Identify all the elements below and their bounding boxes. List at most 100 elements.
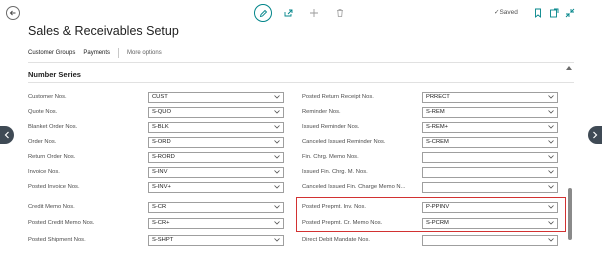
field-label: Posted Credit Memo Nos. xyxy=(28,220,98,226)
field-value: S-CREM xyxy=(426,139,449,145)
caret-up-icon xyxy=(566,66,572,70)
field-input[interactable] xyxy=(422,151,558,163)
trash-icon xyxy=(337,9,343,17)
open-new-window-button[interactable] xyxy=(546,5,562,21)
field-row: Credit Memo Nos. S-CR xyxy=(28,201,284,213)
field-input[interactable]: S-REM+ xyxy=(422,121,558,133)
field-input[interactable]: S-CR xyxy=(148,201,284,213)
field-value: S-REM+ xyxy=(426,124,449,130)
field-value: CUST xyxy=(152,94,168,100)
field-input[interactable]: S-CR+ xyxy=(148,217,284,229)
edit-button[interactable] xyxy=(254,4,272,22)
field-label: Direct Debit Mandate Nos. xyxy=(302,237,373,243)
field-value: S-CR xyxy=(152,204,167,210)
field-label: Canceled Issued Reminder Nos. xyxy=(302,139,389,145)
chevron-down-icon[interactable] xyxy=(548,237,554,243)
field-row: Return Order Nos. S-RORD xyxy=(28,151,284,163)
field-input[interactable]: S-SHPT xyxy=(148,234,284,246)
field-label: Customer Nos. xyxy=(28,94,70,100)
customer-groups-action[interactable]: Customer Groups xyxy=(28,50,75,56)
bookmark-icon xyxy=(535,8,541,18)
chevron-down-icon[interactable] xyxy=(548,94,554,100)
field-row: Canceled Issued Reminder Nos. S-CREM xyxy=(302,136,558,148)
chevron-down-icon[interactable] xyxy=(548,169,554,175)
chevron-down-icon[interactable] xyxy=(274,124,280,130)
field-row: Issued Fin. Chrg. M. Nos. xyxy=(302,166,558,178)
field-row: Customer Nos. CUST xyxy=(28,91,284,103)
chevron-down-icon[interactable] xyxy=(274,184,280,190)
share-button[interactable] xyxy=(280,5,296,21)
section-title[interactable]: Number Series xyxy=(28,70,81,79)
field-label: Credit Memo Nos. xyxy=(28,204,78,210)
field-input[interactable]: S-INV+ xyxy=(148,181,284,193)
field-input[interactable]: S-INV xyxy=(148,166,284,178)
field-label: Issued Fin. Chrg. M. Nos. xyxy=(302,169,371,175)
chevron-down-icon[interactable] xyxy=(274,139,280,145)
field-label: Quote Nos. xyxy=(28,109,61,115)
bookmark-button[interactable] xyxy=(530,5,546,21)
chevron-down-icon[interactable] xyxy=(548,184,554,190)
field-label: Posted Return Receipt Nos. xyxy=(302,94,377,100)
action-bar: Customer Groups Payments More options xyxy=(28,46,170,60)
next-record-button[interactable] xyxy=(588,126,602,144)
chevron-down-icon[interactable] xyxy=(274,204,280,210)
share-icon xyxy=(284,9,293,17)
back-button[interactable] xyxy=(6,6,20,20)
field-value: S-REM xyxy=(426,109,445,115)
scroll-up-button[interactable] xyxy=(565,64,573,72)
field-input[interactable]: CUST xyxy=(148,91,284,103)
chevron-down-icon[interactable] xyxy=(274,154,280,160)
field-label: Issued Reminder Nos. xyxy=(302,124,363,130)
field-input[interactable]: S-RORD xyxy=(148,151,284,163)
field-input[interactable]: S-BLK xyxy=(148,121,284,133)
payments-action[interactable]: Payments xyxy=(83,50,110,56)
scrollbar-thumb[interactable] xyxy=(568,188,572,240)
field-label: Posted Shipment Nos. xyxy=(28,237,89,243)
chevron-down-icon[interactable] xyxy=(548,154,554,160)
chevron-down-icon[interactable] xyxy=(548,139,554,145)
field-row: Order Nos. S-ORD xyxy=(28,136,284,148)
field-row: Fin. Chrg. Memo Nos. xyxy=(302,151,558,163)
field-label: Return Order Nos. xyxy=(28,154,79,160)
page-title: Sales & Receivables Setup xyxy=(28,24,179,38)
chevron-down-icon[interactable] xyxy=(548,109,554,115)
field-input[interactable]: S-ORD xyxy=(148,136,284,148)
field-row: Issued Reminder Nos. S-REM+ xyxy=(302,121,558,133)
collapse-button[interactable] xyxy=(562,5,578,21)
field-value: S-ORD xyxy=(152,139,171,145)
field-row: Reminder Nos. S-REM xyxy=(302,106,558,118)
field-label: Blanket Order Nos. xyxy=(28,124,81,130)
field-input[interactable] xyxy=(422,166,558,178)
chevron-down-icon[interactable] xyxy=(274,220,280,226)
saved-status: ✓Saved xyxy=(494,8,518,16)
field-input[interactable]: S-QUO xyxy=(148,106,284,118)
field-row: Blanket Order Nos. S-BLK xyxy=(28,121,284,133)
more-options-action[interactable]: More options xyxy=(127,50,162,56)
chevron-down-icon[interactable] xyxy=(274,169,280,175)
action-bar-divider xyxy=(28,62,574,63)
field-input[interactable]: S-REM xyxy=(422,106,558,118)
chevron-down-icon[interactable] xyxy=(274,94,280,100)
chevron-down-icon[interactable] xyxy=(274,237,280,243)
pencil-icon xyxy=(259,9,267,17)
field-input[interactable] xyxy=(422,181,558,193)
field-label: Order Nos. xyxy=(28,139,60,145)
field-input[interactable]: S-CREM xyxy=(422,136,558,148)
field-input[interactable] xyxy=(422,234,558,246)
chevron-down-icon[interactable] xyxy=(548,124,554,130)
field-row: Direct Debit Mandate Nos. xyxy=(302,234,558,246)
field-input[interactable]: PRRECT xyxy=(422,91,558,103)
field-value: PRRECT xyxy=(426,94,450,100)
delete-button[interactable] xyxy=(332,5,348,21)
field-row: Invoice Nos. S-INV xyxy=(28,166,284,178)
field-row: Canceled Issued Fin. Charge Memo N... xyxy=(302,181,558,193)
field-row: Posted Credit Memo Nos. S-CR+ xyxy=(28,217,284,229)
field-value: S-INV xyxy=(152,169,168,175)
field-row: Quote Nos. S-QUO xyxy=(28,106,284,118)
field-label: Reminder Nos. xyxy=(302,109,344,115)
chevron-down-icon[interactable] xyxy=(274,109,280,115)
field-value: S-CR+ xyxy=(152,220,170,226)
field-value: S-RORD xyxy=(152,154,175,160)
open-window-icon xyxy=(550,8,559,18)
new-button[interactable] xyxy=(306,5,322,21)
